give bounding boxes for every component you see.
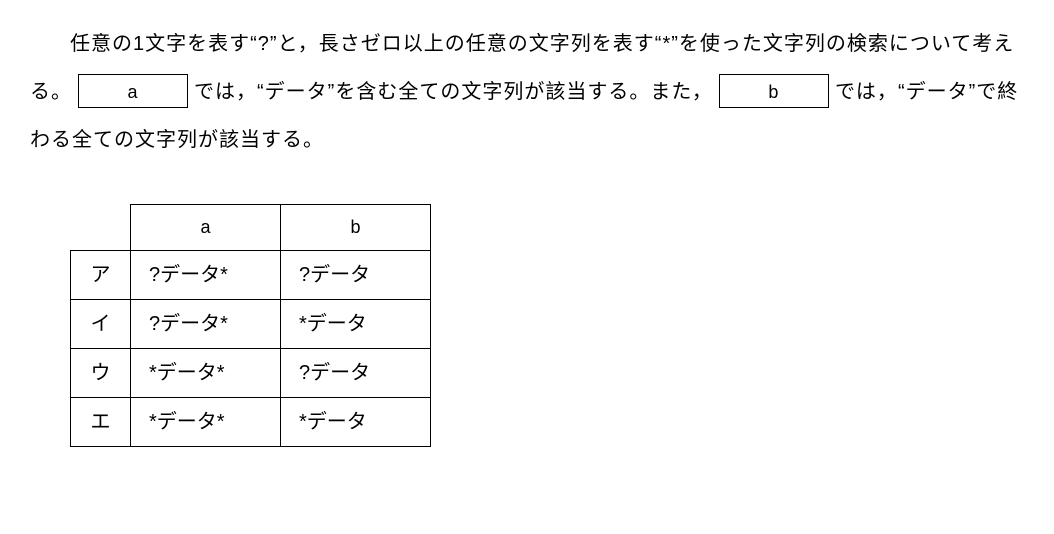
cell-a: ?データ* [131, 299, 281, 348]
text-segment: を含む全ての文字列が該当する。また， [335, 81, 713, 103]
answer-options-table: a b ア ?データ* ?データ イ ?データ* *データ ウ *データ* ?デ… [70, 204, 431, 447]
text-segment: では， [194, 81, 257, 103]
table-header-a: a [131, 205, 281, 251]
quoted-qmark: “?” [250, 33, 277, 55]
quoted-data: “データ” [257, 81, 335, 103]
blank-a: a [78, 74, 188, 108]
cell-b: ?データ [281, 348, 431, 397]
question-paragraph: 任意の1文字を表す“?”と，長さゼロ以上の任意の文字列を表す“*”を使った文字列… [30, 20, 1024, 164]
quoted-star: “*” [655, 33, 679, 55]
row-label: イ [71, 299, 131, 348]
cell-a: *データ* [131, 397, 281, 446]
table-row: イ ?データ* *データ [71, 299, 431, 348]
cell-b: *データ [281, 299, 431, 348]
text-segment: 任意の1文字を表す [70, 33, 250, 55]
cell-a: ?データ* [131, 250, 281, 299]
quoted-data: “データ” [898, 81, 976, 103]
row-label: エ [71, 397, 131, 446]
row-label: ア [71, 250, 131, 299]
blank-b: b [719, 74, 829, 108]
table-row: ウ *データ* ?データ [71, 348, 431, 397]
row-label: ウ [71, 348, 131, 397]
text-segment: と，長さゼロ以上の任意の文字列を表す [278, 33, 655, 55]
table-corner-empty [71, 205, 131, 251]
text-segment: では， [835, 81, 898, 103]
table-header-b: b [281, 205, 431, 251]
table-row: ア ?データ* ?データ [71, 250, 431, 299]
cell-b: ?データ [281, 250, 431, 299]
table-row: エ *データ* *データ [71, 397, 431, 446]
cell-b: *データ [281, 397, 431, 446]
cell-a: *データ* [131, 348, 281, 397]
